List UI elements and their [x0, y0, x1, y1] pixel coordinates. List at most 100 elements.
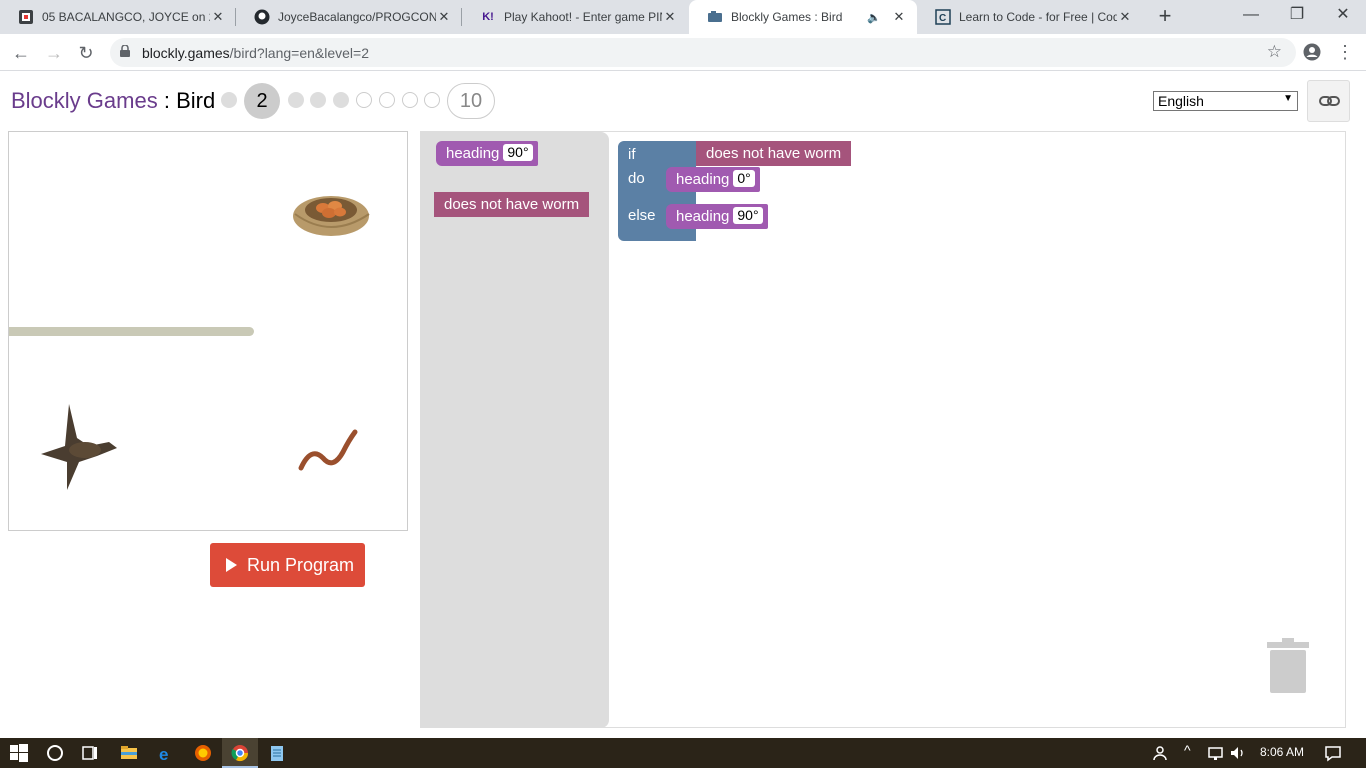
reload-icon[interactable]: ↻	[73, 40, 99, 66]
file-explorer-icon[interactable]	[120, 744, 138, 762]
play-icon	[226, 558, 237, 572]
heading-angle-field[interactable]: 0°	[733, 170, 755, 187]
codecademy-icon: C	[935, 9, 951, 25]
tab-title: Blockly Games : Bird	[731, 10, 843, 24]
tab-title: Play Kahoot! - Enter game PIN	[504, 10, 662, 24]
notifications-icon[interactable]	[1324, 744, 1342, 762]
firefox-icon[interactable]	[194, 744, 212, 762]
close-icon[interactable]: ✕	[891, 9, 907, 25]
people-icon[interactable]	[1152, 744, 1170, 762]
level-dot-1[interactable]	[221, 92, 237, 108]
clock-time[interactable]: 8:06 AM	[1260, 745, 1304, 759]
close-icon[interactable]: ✕	[436, 9, 452, 25]
tab-title: JoyceBacalangco/PROGCON: M	[278, 10, 436, 24]
level-dot-4[interactable]	[310, 92, 326, 108]
volume-icon[interactable]	[1229, 744, 1247, 762]
github-icon	[254, 9, 270, 25]
new-tab-button[interactable]: +	[1153, 5, 1177, 29]
flyout-heading-block[interactable]: heading 90°	[436, 141, 538, 166]
block-label: heading	[676, 208, 730, 225]
browser-tab-strip: 05 BACALANGCO, JOYCE on 2020 ✕ JoyceBaca…	[0, 0, 1366, 34]
workspace-condition-block[interactable]: does not have worm	[696, 141, 852, 166]
block-label: heading	[676, 171, 730, 188]
speaker-icon[interactable]: 🔈	[867, 11, 881, 24]
if-label: if	[628, 146, 636, 163]
notepad-icon[interactable]	[268, 744, 286, 762]
forward-icon[interactable]: →	[41, 40, 67, 66]
block-label: does not have worm	[706, 145, 842, 162]
link-button[interactable]	[1307, 80, 1350, 122]
restore-icon[interactable]: ❐	[1274, 0, 1320, 34]
trash-icon[interactable]	[1267, 638, 1309, 694]
window-close-icon[interactable]: ✕	[1320, 0, 1366, 34]
windows-taskbar: e ^ 8:06 AM	[0, 738, 1366, 768]
level-dot-5[interactable]	[333, 92, 349, 108]
tab-github[interactable]: JoyceBacalangco/PROGCON: M ✕	[236, 0, 462, 34]
do-label: do	[628, 170, 645, 187]
chrome-taskbar-button[interactable]	[222, 738, 258, 768]
do-heading-block[interactable]: heading 0°	[666, 167, 760, 192]
language-selected: English	[1158, 93, 1204, 109]
else-label: else	[628, 207, 656, 224]
close-icon[interactable]: ✕	[1117, 9, 1133, 25]
menu-kebab-icon[interactable]: ⋮	[1333, 40, 1357, 64]
worm-icon	[298, 429, 358, 471]
edge-icon[interactable]: e	[157, 744, 175, 762]
tab-blockly-bird[interactable]: Blockly Games : Bird 🔈 ✕	[689, 0, 917, 34]
blockly-games-link[interactable]: Blockly Games	[11, 88, 158, 113]
bookmark-star-icon[interactable]: ☆	[1267, 42, 1282, 62]
block-label: heading	[446, 145, 500, 162]
windows-start-icon[interactable]	[10, 744, 28, 762]
url-path: /bird?lang=en&level=2	[229, 45, 370, 61]
level-current[interactable]: 2	[244, 83, 280, 119]
bird-icon	[41, 404, 117, 490]
block-toolbox-flyout	[421, 132, 609, 728]
tab-codecademy[interactable]: C Learn to Code - for Free | Code ✕	[917, 0, 1143, 34]
chevron-down-icon: ▼	[1283, 93, 1293, 104]
tab-title: 05 BACALANGCO, JOYCE on 2020	[42, 10, 210, 24]
level-10[interactable]: 10	[447, 83, 495, 119]
blockly-workspace[interactable]: heading 90° does not have worm if do else…	[420, 131, 1346, 728]
minimize-icon[interactable]: —	[1228, 0, 1274, 34]
chrome-icon	[231, 745, 249, 762]
run-program-button[interactable]: Run Program	[210, 543, 365, 587]
run-program-label: Run Program	[247, 555, 355, 575]
search-icon[interactable]	[46, 744, 64, 762]
blockly-icon	[707, 9, 723, 25]
url-text: blockly.games/bird?lang=en&level=2	[142, 45, 369, 61]
profile-icon[interactable]	[1300, 40, 1324, 64]
svg-text:C: C	[939, 13, 946, 24]
level-dot-6[interactable]	[356, 92, 372, 108]
link-icon	[1319, 96, 1340, 106]
title-separator: :	[157, 88, 177, 113]
back-icon[interactable]: ←	[8, 40, 34, 66]
level-dot-7[interactable]	[379, 92, 395, 108]
block-label: does not have worm	[444, 196, 580, 213]
wall	[9, 327, 254, 336]
language-select[interactable]: English ▼	[1153, 91, 1298, 111]
close-icon[interactable]: ✕	[210, 9, 226, 25]
chevron-up-icon[interactable]: ^	[1184, 742, 1191, 758]
game-visualization	[8, 131, 408, 531]
kahoot-icon: K!	[482, 11, 494, 23]
game-name: Bird	[176, 88, 216, 113]
tab-title: Learn to Code - for Free | Code	[959, 10, 1117, 24]
tasks-icon	[18, 9, 34, 25]
heading-angle-field[interactable]: 90°	[503, 144, 533, 161]
level-dot-3[interactable]	[288, 92, 304, 108]
network-icon[interactable]	[1207, 744, 1225, 762]
lock-icon	[120, 45, 130, 57]
heading-angle-field[interactable]: 90°	[733, 207, 763, 224]
tab-tasks[interactable]: 05 BACALANGCO, JOYCE on 2020 ✕	[0, 0, 236, 34]
browser-toolbar: ← → ↻ blockly.games/bird?lang=en&level=2…	[0, 34, 1366, 71]
level-dot-8[interactable]	[402, 92, 418, 108]
flyout-condition-block[interactable]: does not have worm	[434, 192, 590, 217]
close-icon[interactable]: ✕	[662, 9, 678, 25]
level-dot-9[interactable]	[424, 92, 440, 108]
task-view-icon[interactable]	[81, 744, 99, 762]
tab-kahoot[interactable]: K! Play Kahoot! - Enter game PIN ✕	[462, 0, 688, 34]
else-heading-block[interactable]: heading 90°	[666, 204, 768, 229]
address-bar[interactable]: blockly.games/bird?lang=en&level=2 ☆	[110, 38, 1296, 67]
nest-icon	[293, 196, 370, 236]
page-title: Blockly Games : Bird	[11, 88, 215, 114]
